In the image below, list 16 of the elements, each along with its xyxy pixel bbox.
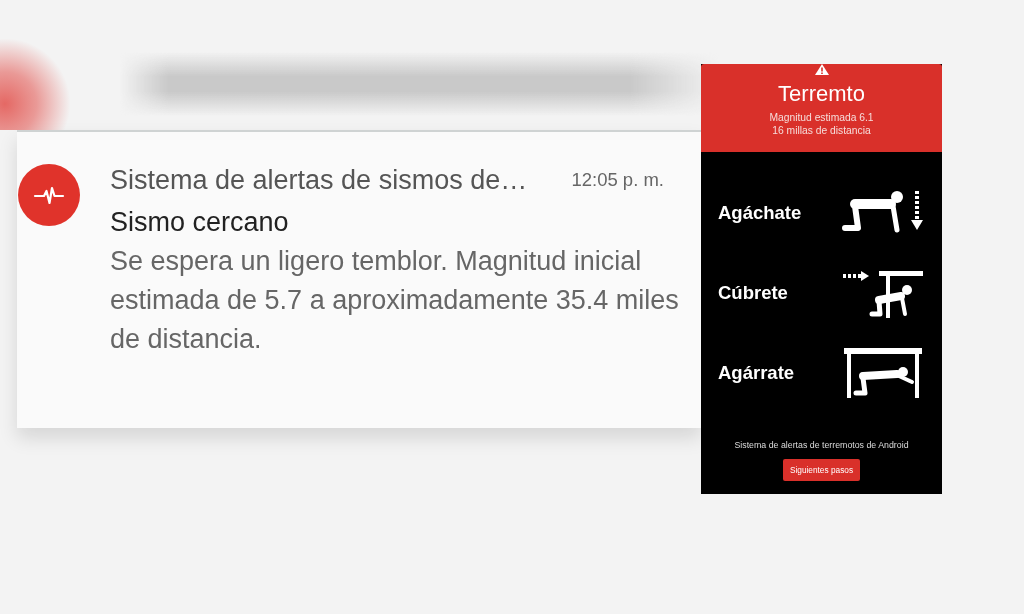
alert-detail: Magnitud estimada 6.1 bbox=[769, 111, 874, 124]
notification-card[interactable]: Sistema de alertas de sismos de… 12:05 p. m. Sismo cercano Se espera un ligero temblor. Magnitud inicial estimada de 5.7 a aproximadamente 35.4 miles de distancia. bbox=[17, 130, 701, 428]
alert-footer: Sistema de alertas de terremotos de Android bbox=[734, 440, 909, 450]
notification-body: Se espera un ligero temblor. Magnitud inicial estimada de 5.7 a aproximadamente 35.4 miles de distancia. bbox=[110, 245, 680, 356]
app-name: Sistema de alertas de sismos de… bbox=[110, 164, 528, 196]
next-steps-button[interactable]: Siguientes pasos bbox=[782, 459, 861, 481]
step-label: Agáchate bbox=[718, 202, 802, 224]
notification-title: Sismo cercano bbox=[110, 206, 290, 238]
step-label: Agárrate bbox=[718, 362, 795, 384]
alert-detail: 16 millas de distancia bbox=[772, 124, 871, 137]
pulse-icon bbox=[18, 164, 80, 226]
alert-title: Terremto bbox=[778, 81, 865, 107]
person-under-table-icon bbox=[841, 268, 925, 318]
step-label: Cúbrete bbox=[718, 282, 788, 304]
notification-time: 12:05 p. m. bbox=[571, 169, 664, 191]
person-holding-table-icon bbox=[841, 348, 925, 398]
